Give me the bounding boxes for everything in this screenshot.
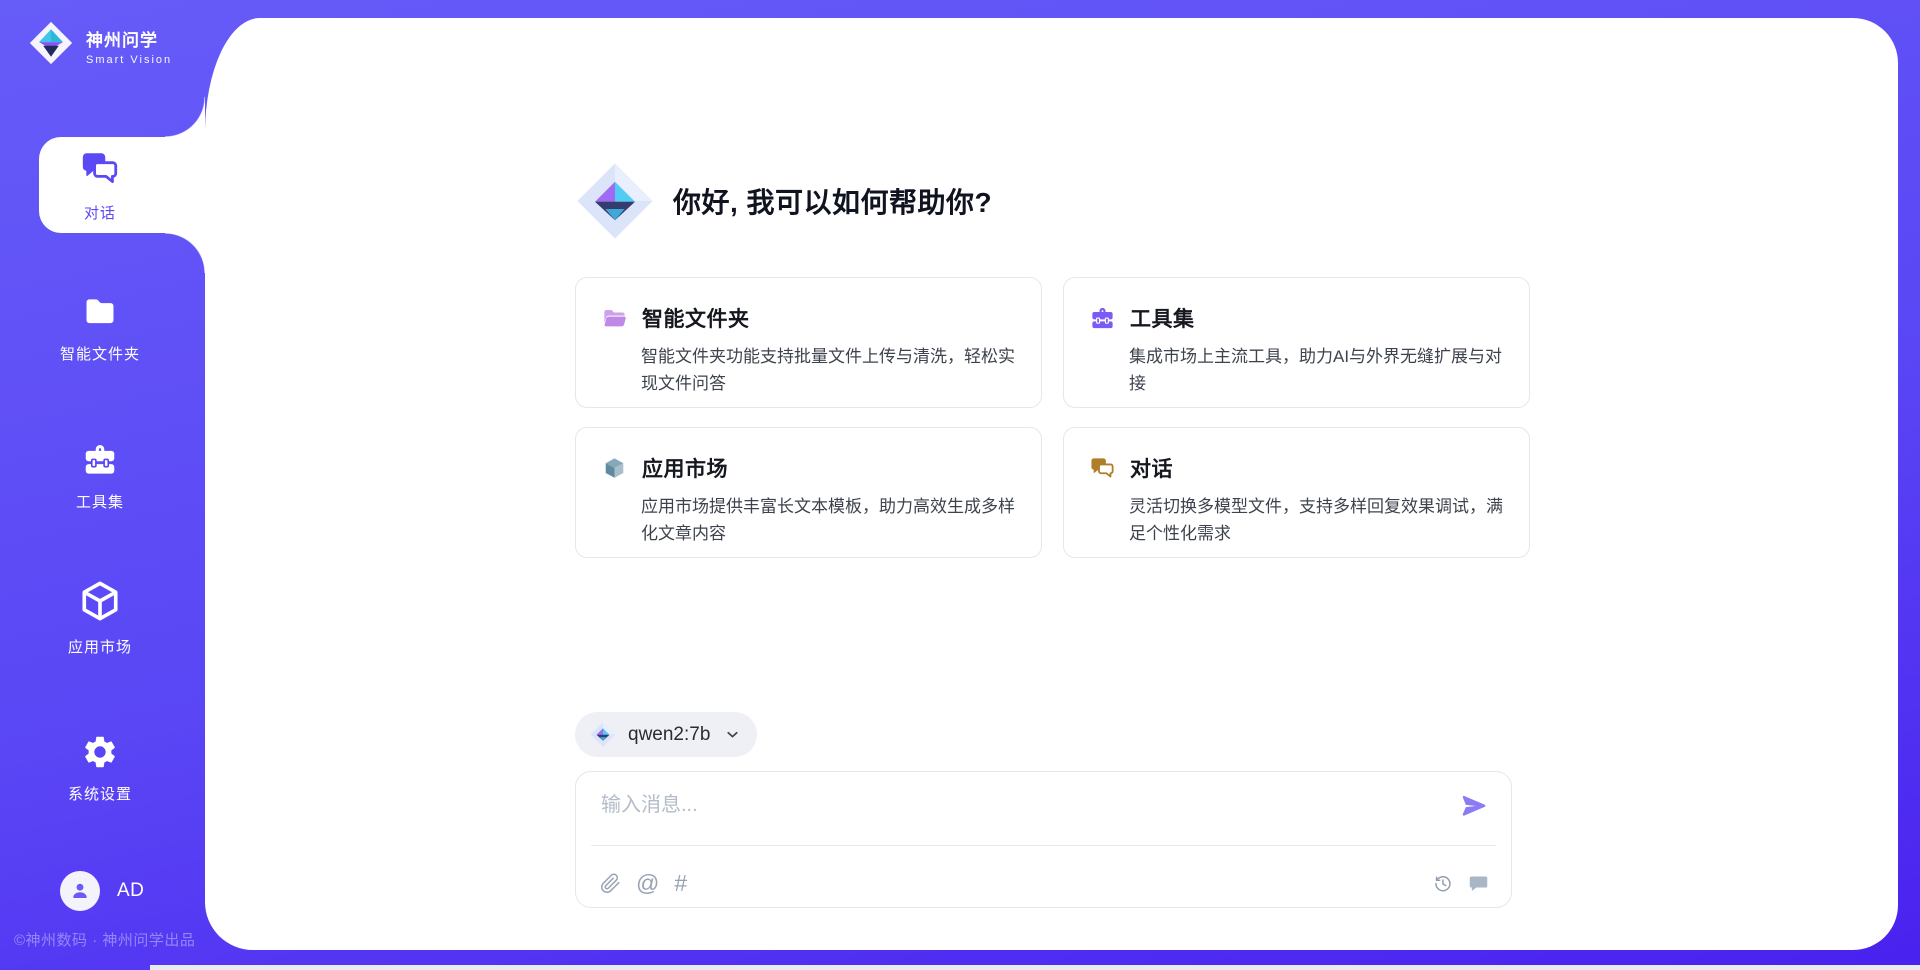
topic-button[interactable]: #	[674, 873, 687, 894]
message-composer: @ #	[575, 771, 1512, 908]
card-head: 工具集	[1089, 303, 1505, 333]
sidebar-item-apps[interactable]: 应用市场	[0, 578, 200, 657]
card-app-market[interactable]: 应用市场 应用市场提供丰富长文本模板，助力高效生成多样化文章内容	[575, 427, 1042, 558]
card-smart-folders[interactable]: 智能文件夹 智能文件夹功能支持批量文件上传与清洗，轻松实现文件问答	[575, 277, 1042, 408]
toolbox-icon	[1089, 305, 1116, 332]
tab-fillet-top	[165, 97, 205, 137]
card-description: 智能文件夹功能支持批量文件上传与清洗，轻松实现文件问答	[641, 343, 1017, 397]
folder-icon	[81, 293, 119, 331]
composer-tools: @ #	[600, 873, 687, 894]
chevron-down-icon	[724, 726, 741, 743]
user-initials: AD	[117, 880, 144, 902]
card-toolset[interactable]: 工具集 集成市场上主流工具，助力AI与外界无缝扩展与对接	[1063, 277, 1530, 408]
avatar	[60, 871, 100, 911]
model-name: qwen2:7b	[628, 724, 710, 746]
mention-button[interactable]: @	[636, 873, 659, 894]
chat-bubble-icon[interactable]	[1468, 873, 1489, 894]
card-title: 智能文件夹	[642, 303, 750, 333]
card-head: 对话	[1089, 453, 1505, 483]
user-profile[interactable]: AD	[60, 871, 144, 911]
send-icon	[1460, 792, 1488, 820]
tab-fillet-bottom	[165, 233, 205, 273]
sidebar-item-folders[interactable]: 智能文件夹	[0, 293, 200, 364]
cube-icon	[77, 578, 123, 624]
model-diamond-icon	[590, 721, 616, 748]
card-head: 应用市场	[601, 453, 1017, 483]
card-head: 智能文件夹	[601, 303, 1017, 333]
sidebar-item-apps-label: 应用市场	[0, 636, 200, 657]
brand-name: 神州问学	[86, 26, 172, 51]
brand-logo: 神州问学 Smart Vision	[28, 20, 172, 66]
chat-bubbles-icon	[79, 148, 121, 190]
brand-text: 神州问学 Smart Vision	[86, 20, 172, 66]
history-icon[interactable]	[1432, 873, 1453, 894]
send-button[interactable]	[1459, 792, 1489, 822]
brand-diamond-icon	[28, 20, 74, 66]
card-description: 应用市场提供丰富长文本模板，助力高效生成多样化文章内容	[641, 493, 1017, 547]
card-title: 对话	[1130, 453, 1173, 483]
card-description: 集成市场上主流工具，助力AI与外界无缝扩展与对接	[1129, 343, 1505, 397]
greeting: 你好, 我可以如何帮助你?	[575, 158, 992, 244]
copyright-text: ©神州数码 · 神州问学出品	[14, 929, 195, 950]
chat-bubbles-icon	[1089, 455, 1116, 482]
sidebar-item-tools-label: 工具集	[0, 491, 200, 512]
model-selector[interactable]: qwen2:7b	[575, 712, 757, 757]
sidebar-item-tools[interactable]: 工具集	[0, 441, 200, 512]
toolbox-icon	[81, 441, 119, 479]
brand-subtitle: Smart Vision	[86, 54, 172, 66]
message-input[interactable]	[601, 788, 1441, 836]
sidebar-item-folders-label: 智能文件夹	[0, 343, 200, 364]
assistant-diamond-icon	[575, 158, 655, 244]
composer-right-tools	[1432, 873, 1489, 894]
feature-cards: 智能文件夹 智能文件夹功能支持批量文件上传与清洗，轻松实现文件问答 工具集 集成…	[575, 277, 1530, 558]
folder-open-icon	[601, 305, 628, 332]
card-title: 工具集	[1130, 303, 1195, 333]
composer-divider	[591, 845, 1496, 846]
card-title: 应用市场	[642, 453, 728, 483]
sidebar: 神州问学 Smart Vision 对话 智能文件夹	[0, 0, 205, 970]
sidebar-item-chat-label: 对话	[0, 202, 200, 223]
sidebar-item-settings[interactable]: 系统设置	[0, 733, 200, 804]
window-bottom-edge	[150, 965, 1920, 970]
cube-icon	[601, 455, 628, 482]
person-icon	[68, 879, 92, 903]
paperclip-icon[interactable]	[600, 873, 621, 894]
card-description: 灵活切换多模型文件，支持多样回复效果调试，满足个性化需求	[1129, 493, 1505, 547]
card-chat[interactable]: 对话 灵活切换多模型文件，支持多样回复效果调试，满足个性化需求	[1063, 427, 1530, 558]
sidebar-item-chat[interactable]: 对话	[0, 148, 200, 223]
sidebar-item-settings-label: 系统设置	[0, 783, 200, 804]
greeting-title: 你好, 我可以如何帮助你?	[673, 181, 992, 221]
gear-icon	[81, 733, 119, 771]
